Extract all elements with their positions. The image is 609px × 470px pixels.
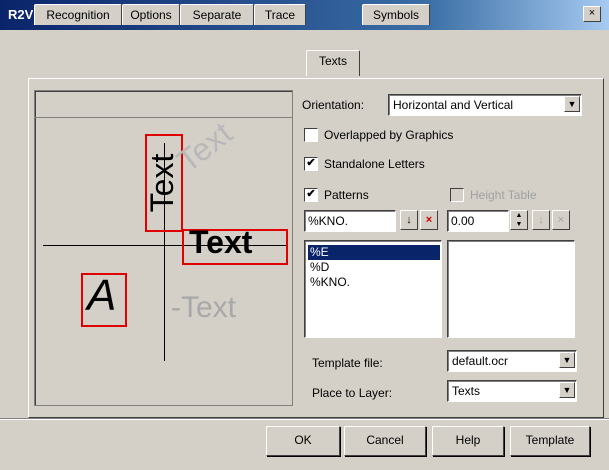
chevron-down-icon[interactable]: ▼ (564, 96, 580, 112)
height-input[interactable]: 0.00 (447, 210, 509, 232)
overlapped-label: Overlapped by Graphics (324, 128, 454, 142)
list-item[interactable]: %D (308, 260, 440, 275)
template-file-select[interactable]: default.ocr ▼ (447, 350, 577, 372)
delete-icon: × (557, 214, 565, 226)
add-pattern-button[interactable]: ↓ (400, 210, 418, 230)
place-to-layer-value: Texts (452, 384, 481, 398)
tab-separate[interactable]: Separate (180, 4, 254, 25)
check-icon: ✔ (306, 188, 316, 200)
chevron-down-icon[interactable]: ▼ (559, 352, 575, 368)
spin-down-icon: ▼ (515, 221, 523, 228)
height-table-label: Height Table (470, 188, 537, 202)
tab-options-label: Options (130, 8, 172, 22)
list-item[interactable]: %KNO. (308, 275, 440, 290)
preview-text-horizontal: Text (189, 224, 253, 260)
close-button[interactable]: × (583, 6, 601, 22)
help-button[interactable]: Help (432, 426, 504, 456)
delete-pattern-button[interactable]: × (420, 210, 438, 230)
tab-separate-label: Separate (192, 8, 242, 22)
preview-text-gray: -Text (171, 291, 237, 324)
height-table-checkbox[interactable] (450, 188, 464, 202)
tab-symbols-label: Symbols (372, 8, 419, 22)
check-icon: ✔ (306, 157, 316, 169)
chevron-down-icon[interactable]: ▼ (559, 382, 575, 398)
tab-options[interactable]: Options (122, 4, 180, 25)
preview-area: Text Text Text A -Text (34, 90, 293, 406)
tab-recognition[interactable]: Recognition (34, 4, 122, 25)
preview-divider (35, 117, 292, 118)
tab-texts-label: Texts (318, 54, 347, 68)
cancel-button[interactable]: Cancel (344, 426, 426, 456)
overlapped-checkbox[interactable] (304, 128, 318, 142)
template-file-label: Template file: (312, 356, 383, 370)
button-bar-divider (0, 418, 609, 420)
tab-trace-label: Trace (264, 8, 296, 22)
orientation-select[interactable]: Horizontal and Vertical ▼ (388, 94, 582, 116)
add-height-button[interactable]: ↓ (532, 210, 550, 230)
pattern-input[interactable]: %KNO. (304, 210, 396, 232)
delete-icon: × (425, 214, 433, 226)
template-button[interactable]: Template (510, 426, 590, 456)
ok-button[interactable]: OK (266, 426, 340, 456)
template-file-value: default.ocr (452, 354, 509, 368)
pattern-input-value: %KNO. (308, 214, 349, 228)
place-to-layer-select[interactable]: Texts ▼ (447, 380, 577, 402)
list-item[interactable]: %E (308, 245, 440, 260)
height-spinner[interactable]: ▲ ▼ (510, 210, 528, 230)
standalone-label: Standalone Letters (324, 157, 425, 171)
spin-up-icon: ▲ (515, 212, 523, 219)
add-icon: ↓ (406, 214, 412, 226)
tab-symbols[interactable]: Symbols (362, 4, 430, 25)
preview-letter: A (87, 271, 117, 320)
add-icon: ↓ (538, 214, 544, 226)
orientation-value: Horizontal and Vertical (393, 98, 514, 112)
standalone-checkbox[interactable]: ✔ (304, 157, 318, 171)
height-input-value: 0.00 (451, 214, 475, 228)
height-list[interactable] (447, 240, 575, 338)
patterns-label: Patterns (324, 188, 369, 202)
tab-trace[interactable]: Trace (254, 4, 306, 25)
place-to-layer-label: Place to Layer: (312, 386, 393, 400)
patterns-checkbox[interactable]: ✔ (304, 188, 318, 202)
pattern-list[interactable]: %E %D %KNO. (304, 240, 442, 338)
tab-texts[interactable]: Texts (306, 50, 360, 76)
orientation-label: Orientation: (302, 98, 365, 112)
tab-recognition-label: Recognition (46, 8, 110, 22)
delete-height-button[interactable]: × (552, 210, 570, 230)
